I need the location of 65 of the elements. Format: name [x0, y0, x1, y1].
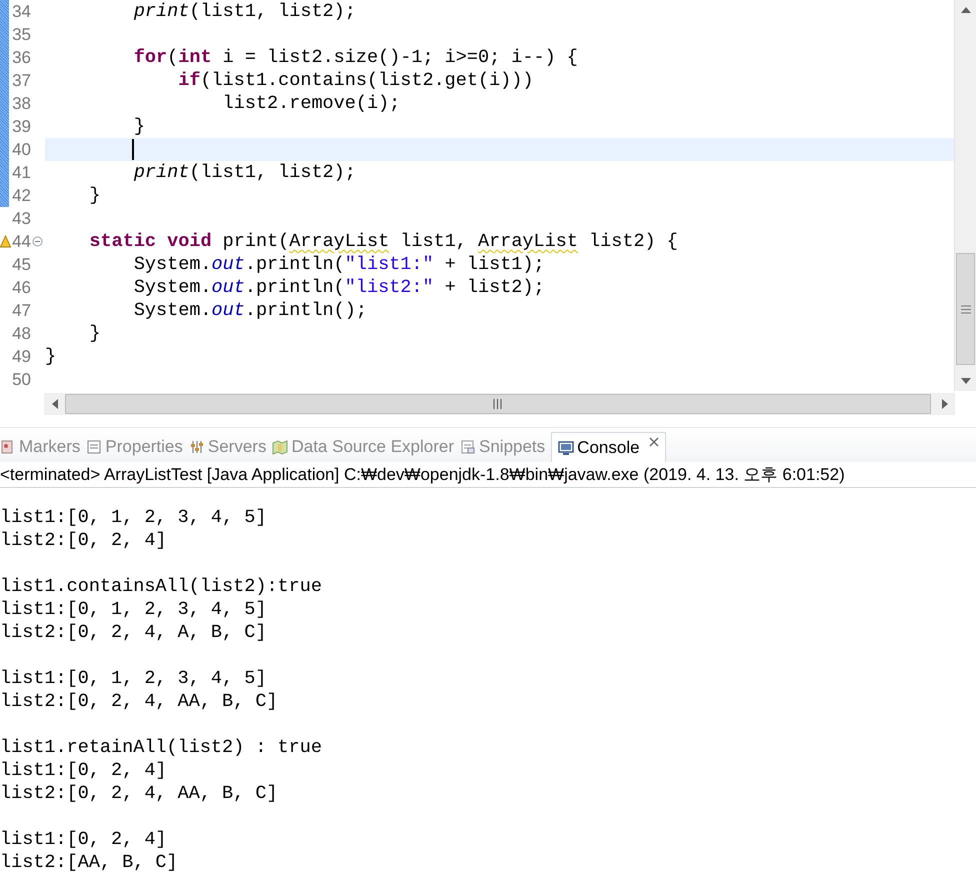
console-output-line: list2:[0, 2, 4, A, B, C] [0, 621, 268, 644]
code-line: System.out.println("list2:" + list2); [132, 276, 546, 299]
console-output-line: list2:[0, 2, 4] [0, 529, 168, 552]
line-number: 34 [11, 2, 31, 22]
scroll-down-icon[interactable] [960, 378, 970, 384]
scroll-right-icon[interactable] [942, 399, 948, 409]
grip-icon [493, 399, 503, 409]
scroll-up-icon[interactable] [960, 7, 970, 13]
monitor-icon [558, 440, 574, 456]
code-line: } [132, 115, 146, 138]
code-line: if(list1.contains(list2.get(i))) [177, 69, 534, 92]
grip-icon [960, 304, 970, 314]
code-line: list2.remove(i); [222, 92, 402, 115]
code-line: } [45, 345, 58, 368]
line-number: 41 [11, 162, 31, 182]
line-number: 36 [11, 48, 31, 68]
line-number: 45 [11, 254, 31, 274]
close-icon[interactable] [648, 437, 659, 447]
code-line: System.out.println("list1:" + list1); [132, 253, 546, 276]
console-output-line: list2:[AA, B, C] [0, 851, 179, 872]
line-number: 44 [11, 232, 31, 252]
line-number: 42 [11, 186, 31, 206]
line-number: 40 [11, 140, 31, 160]
view-tab[interactable]: Data Source Explorer [272, 432, 460, 462]
scroll-thumb[interactable] [956, 253, 975, 365]
code-line: for(int i = list2.size()-1; i>=0; i--) { [132, 46, 579, 69]
line-number: 37 [11, 70, 31, 90]
console-output-line: list1:[0, 1, 2, 3, 4, 5] [0, 598, 268, 621]
line-number: 43 [11, 208, 31, 228]
line-number: 38 [11, 94, 31, 114]
view-tab[interactable]: Markers [0, 432, 86, 462]
console-output-line: list1.containsAll(list2):true [0, 575, 323, 598]
line-number: 35 [11, 24, 31, 44]
line-number: 39 [11, 116, 31, 136]
text-caret [132, 139, 134, 160]
collapse-icon[interactable] [32, 236, 43, 247]
view-tab[interactable]: Properties [86, 432, 189, 462]
console-output-line: list1:[0, 1, 2, 3, 4, 5] [0, 506, 268, 529]
code-line: print(list1, list2); [132, 0, 357, 23]
line-number: 48 [11, 324, 31, 344]
console-status: <terminated> ArrayListTest [Java Application] C:₩dev₩openjdk-1.8₩bin₩javaw.exe (2019. 4. 13. 오후 6:01:52) [0, 462, 976, 488]
view-tab[interactable]: Console [551, 432, 666, 462]
line-number: 50 [11, 370, 31, 390]
console-output-line: list2:[0, 2, 4, AA, B, C] [0, 782, 279, 805]
code-line: } [88, 322, 102, 345]
vertical-scrollbar[interactable] [954, 0, 976, 391]
console-output-line: list1:[0, 1, 2, 3, 4, 5] [0, 667, 268, 690]
console-output-line: list1:[0, 2, 4] [0, 828, 168, 851]
view-tab[interactable]: Servers [188, 432, 272, 462]
line-number: 47 [11, 300, 31, 320]
properties-sheet-icon [86, 439, 102, 455]
document-icon [460, 439, 476, 455]
line-number: 49 [11, 346, 31, 366]
map-icon [272, 439, 288, 455]
code-line: } [88, 184, 102, 207]
line-number: 46 [11, 278, 31, 298]
code-line: System.out.println(); [132, 299, 368, 322]
code-line: static void print(ArrayList list1, ArrayList list2) { [88, 230, 679, 253]
console-output-line: list2:[0, 2, 4, AA, B, C] [0, 690, 279, 713]
console-output-line: list1.retainAll(list2) : true [0, 736, 323, 759]
scroll-left-icon[interactable] [52, 399, 58, 409]
console-output-line: list1:[0, 2, 4] [0, 759, 168, 782]
code-line: print(list1, list2); [132, 161, 357, 184]
sliders-icon [188, 439, 205, 455]
view-tab[interactable]: Snippets [460, 432, 552, 462]
